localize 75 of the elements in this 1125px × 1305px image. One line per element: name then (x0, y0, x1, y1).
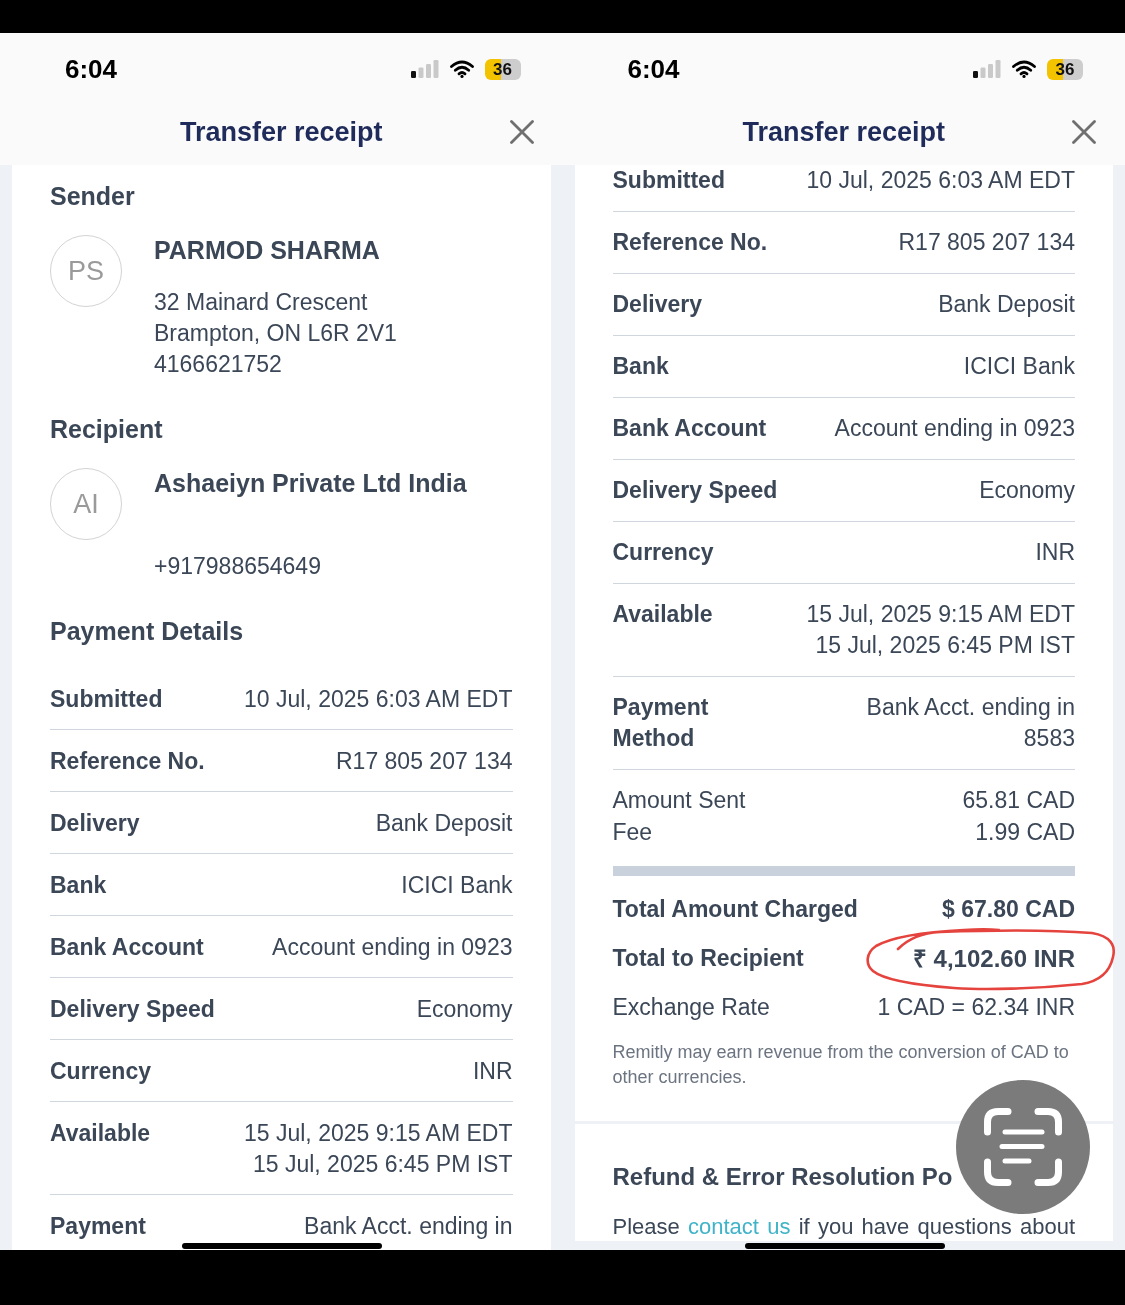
detail-label: Available (50, 1118, 151, 1148)
detail-value: Account ending in 0923 (834, 414, 1075, 443)
detail-value: Bank Acct. ending in (304, 1211, 513, 1241)
close-icon (1072, 120, 1096, 144)
screen-title: Transfer receipt (179, 116, 383, 148)
screen-title: Transfer receipt (742, 116, 946, 148)
detail-value: ICICI Bank (401, 870, 513, 900)
detail-value: 10 Jul, 2025 6:03 AM EDT (806, 166, 1075, 195)
detail-label: Payment Method (612, 693, 710, 753)
detail-label: Payment (50, 1211, 146, 1241)
signal-icon (410, 60, 439, 78)
signal-icon (973, 60, 1001, 78)
close-button[interactable] (509, 120, 534, 144)
detail-label: Bank Account (50, 932, 204, 962)
disclaimer-text: Remitly may earn revenue from the conversion of CAD to other currencies. (612, 1041, 1070, 1089)
detail-label: Currency (50, 1056, 151, 1086)
detail-label: Delivery (50, 808, 140, 838)
status-time: 6:04 (65, 54, 118, 84)
detail-value: 10 Jul, 2025 6:03 AM EDT (244, 684, 513, 714)
policy-text: Please contact us if you have questions about (612, 1213, 1075, 1241)
address-line: 32 Mainard Crescent (154, 288, 369, 317)
detail-value: Account ending in 0923 (272, 932, 513, 962)
detail-label: Submitted (612, 166, 725, 195)
party-name: Ashaeiyn Private Ltd India (154, 468, 467, 498)
detail-label: Delivery Speed (612, 476, 778, 505)
phone-number: 4166621752 (154, 350, 283, 379)
amount-label: Amount Sent (612, 786, 746, 815)
wifi-icon (449, 60, 474, 78)
total-label: Exchange Rate (612, 993, 770, 1022)
section-heading: Payment Details (50, 616, 245, 646)
detail-label: Reference No. (612, 228, 768, 257)
total-value: ₹ 4,102.60 INR (912, 944, 1075, 974)
wifi-icon (1012, 60, 1036, 78)
status-time: 6:04 (627, 54, 680, 84)
detail-label: Reference No. (50, 746, 205, 776)
detail-label: Bank Account (612, 414, 767, 443)
detail-label: Submitted (50, 684, 163, 714)
detail-label: Delivery (612, 290, 702, 319)
party-name: PARMOD SHARMA (154, 235, 381, 265)
total-label: Total Amount Charged (612, 895, 858, 924)
detail-label: Bank (50, 870, 107, 900)
contact-link[interactable]: contact us (688, 1214, 791, 1239)
detail-label: Delivery Speed (50, 994, 215, 1024)
detail-label: Currency (612, 538, 714, 567)
detail-value: 8583 (1023, 724, 1075, 753)
detail-value: Bank Acct. ending in (866, 693, 1075, 722)
detail-value: Bank Deposit (938, 290, 1075, 319)
total-value: $ 67.80 CAD (942, 895, 1075, 924)
section-heading: Recipient (50, 414, 164, 444)
amount-label: Fee (612, 817, 653, 847)
detail-value: Economy (979, 476, 1075, 505)
detail-value: INR (472, 1056, 513, 1086)
detail-label: Available (612, 600, 713, 629)
detail-label: Bank (612, 352, 669, 381)
section-heading: Sender (50, 181, 136, 211)
detail-value: R17 805 207 134 (898, 228, 1075, 257)
detail-value: Economy (416, 994, 513, 1024)
detail-value: ICICI Bank (963, 352, 1075, 381)
detail-value: 15 Jul, 2025 6:45 PM IST (252, 1149, 513, 1179)
phone-number: +917988654649 (154, 552, 322, 581)
close-icon (509, 120, 534, 144)
detail-value: 15 Jul, 2025 9:15 AM EDT (244, 1118, 513, 1148)
detail-value: 15 Jul, 2025 6:45 PM IST (815, 631, 1075, 660)
detail-value: INR (1035, 538, 1075, 567)
detail-value: 15 Jul, 2025 9:15 AM EDT (806, 600, 1075, 629)
total-value: 1 CAD = 62.34 INR (877, 993, 1075, 1022)
detail-value: R17 805 207 134 (336, 746, 513, 776)
detail-value: Bank Deposit (375, 808, 513, 838)
address-line: Brampton, ON L6R 2V1 (154, 319, 397, 348)
section-heading: Refund & Error Resolution Po (612, 1162, 954, 1192)
amount-value: 65.81 CAD (962, 786, 1075, 815)
amount-value: 1.99 CAD (975, 817, 1075, 847)
scan-text-icon (983, 1108, 1062, 1186)
close-button[interactable] (1072, 120, 1096, 144)
total-label: Total to Recipient (612, 944, 804, 973)
